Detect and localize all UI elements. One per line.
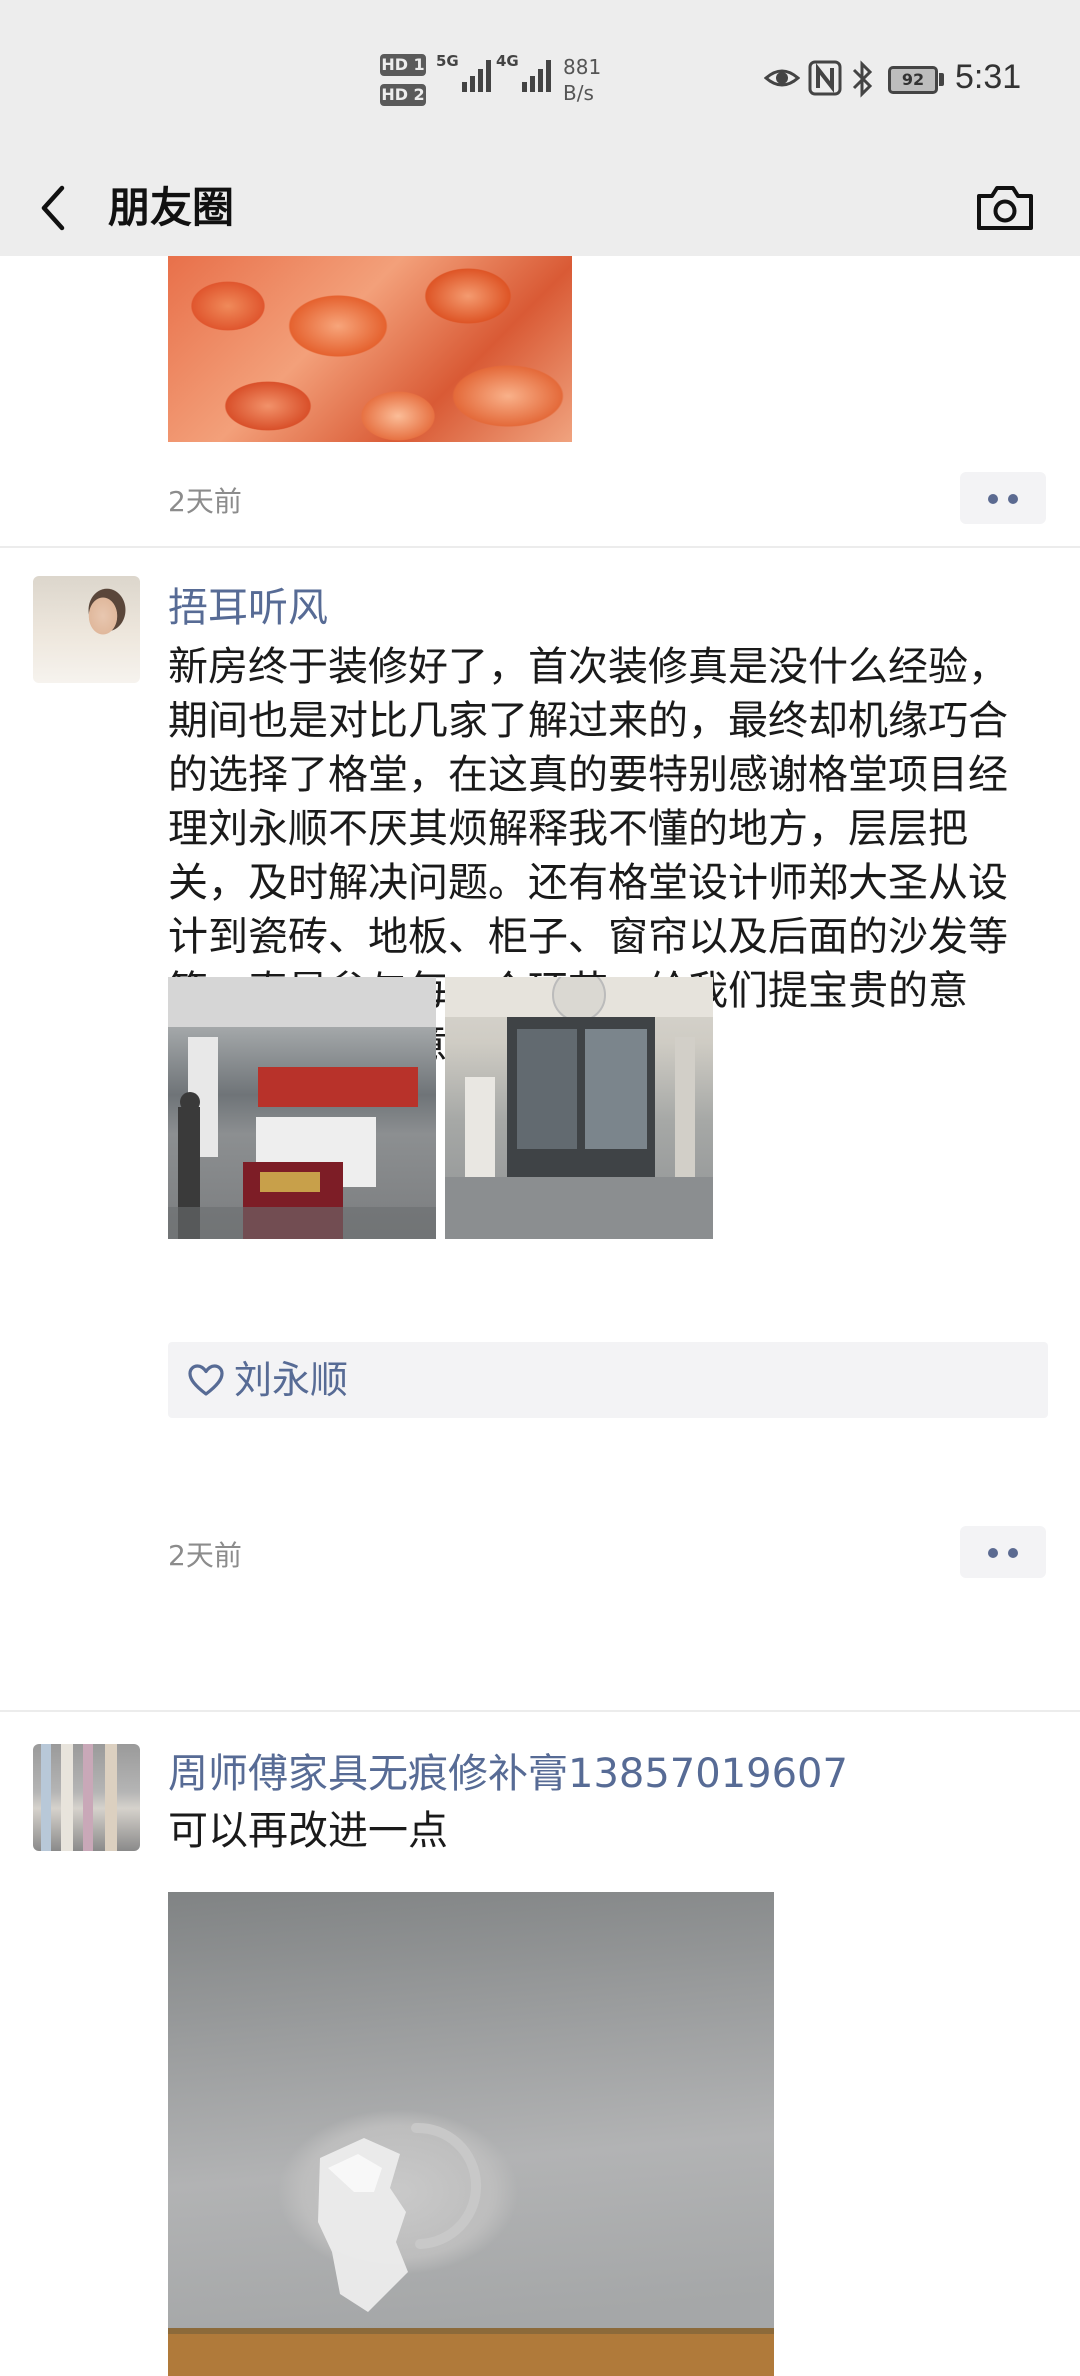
more-dots-icon[interactable] bbox=[960, 1526, 1046, 1578]
post-divider bbox=[0, 1710, 1080, 1712]
hd-badge-2: HD 2 bbox=[380, 84, 426, 106]
post-time: 2天前 bbox=[168, 485, 242, 518]
clock: 5:31 bbox=[955, 58, 1022, 96]
post-author[interactable]: 周师傅家具无痕修补膏13857019607 bbox=[168, 1748, 848, 1800]
heart-icon bbox=[188, 1364, 224, 1396]
post-image-2[interactable] bbox=[445, 977, 713, 1239]
more-dots-icon[interactable] bbox=[960, 472, 1046, 524]
moments-feed[interactable]: 2天前 捂耳听风 新房终于装修好了，首次装修真是没什么经验，期间也是对比几家了解… bbox=[0, 256, 1080, 2376]
post-image-wall[interactable] bbox=[168, 1892, 774, 2376]
post-author[interactable]: 捂耳听风 bbox=[168, 582, 328, 634]
post-divider bbox=[0, 546, 1080, 548]
bluetooth-icon bbox=[852, 60, 873, 98]
post-time: 2天前 bbox=[168, 1539, 242, 1572]
likes-box: 刘永顺 bbox=[168, 1342, 1048, 1418]
post-text: 可以再改进一点 bbox=[168, 1808, 448, 1854]
chevron-left-icon[interactable] bbox=[28, 180, 84, 236]
battery-icon: 92 bbox=[888, 66, 938, 94]
post-image-shrimp[interactable] bbox=[168, 256, 572, 442]
hd-badge-1: HD 1 bbox=[380, 54, 426, 76]
network-speed: 881 B/s bbox=[563, 55, 602, 105]
like-user[interactable]: 刘永顺 bbox=[234, 1354, 348, 1406]
eye-icon bbox=[764, 69, 800, 87]
avatar[interactable] bbox=[33, 576, 140, 683]
nav-bar: 朋友圈 bbox=[0, 160, 1080, 256]
status-bar: HD 1 HD 2 5G 4G 881 B/s 92 5:31 bbox=[0, 0, 1080, 160]
avatar[interactable] bbox=[33, 1744, 140, 1851]
battery-tip bbox=[939, 73, 944, 86]
post-image-1[interactable] bbox=[168, 977, 436, 1239]
page-title: 朋友圈 bbox=[108, 183, 235, 232]
nfc-icon bbox=[808, 60, 842, 96]
camera-icon[interactable] bbox=[974, 180, 1036, 236]
